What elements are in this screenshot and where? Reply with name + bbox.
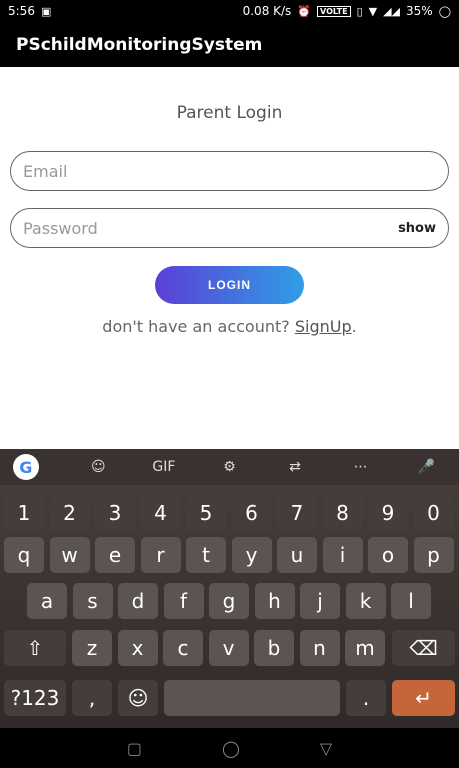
key-c[interactable]: c (163, 630, 203, 666)
image-icon: ▣ (40, 4, 52, 18)
mic-icon[interactable]: 🎤 (406, 459, 446, 475)
emoji-key[interactable]: ☺ (118, 680, 158, 716)
key-e[interactable]: e (95, 537, 135, 573)
recents-icon[interactable]: ▢ (127, 739, 142, 758)
login-screen: Parent Login Email Password show LOGIN d… (0, 67, 459, 449)
key-d[interactable]: d (118, 583, 158, 619)
keyboard-toolbar: G ☺ GIF ⚙ ⇄ ⋯ 🎤 (0, 449, 459, 485)
gear-icon[interactable]: ⚙ (209, 459, 249, 475)
password-placeholder: Password (23, 218, 98, 238)
key-v[interactable]: v (208, 630, 249, 666)
signal-icon: ◢◢ (383, 4, 401, 18)
volte-badge: VOLTE (317, 5, 351, 17)
key-o[interactable]: o (368, 537, 408, 573)
key-t[interactable]: t (186, 537, 226, 573)
status-right: 0.08 K/s ⏰ VOLTE ▯ ▼ ◢◢ 35% ◯ (243, 4, 451, 18)
key-6[interactable]: 6 (231, 495, 272, 531)
key-x[interactable]: x (117, 630, 158, 666)
email-field[interactable]: Email (10, 151, 449, 191)
battery-percent: 35% (406, 4, 433, 18)
signup-line: don't have an account? SignUp. (0, 317, 459, 336)
key-z[interactable]: z (72, 630, 112, 666)
show-password-toggle[interactable]: show (398, 221, 436, 236)
period-key[interactable]: . (346, 680, 386, 716)
key-q[interactable]: q (4, 537, 44, 573)
key-9[interactable]: 9 (368, 495, 408, 531)
key-2[interactable]: 2 (49, 495, 90, 531)
key-3[interactable]: 3 (95, 495, 135, 531)
key-y[interactable]: y (231, 537, 272, 573)
key-j[interactable]: j (300, 583, 340, 619)
more-icon[interactable]: ⋯ (341, 459, 381, 475)
login-heading: Parent Login (176, 103, 283, 123)
key-n[interactable]: n (299, 630, 340, 666)
key-r[interactable]: r (140, 537, 181, 573)
status-bar: 5:56 ▣ 0.08 K/s ⏰ VOLTE ▯ ▼ ◢◢ 35% ◯ (0, 0, 459, 22)
back-icon[interactable]: ▽ (320, 739, 332, 758)
key-0[interactable]: 0 (413, 495, 454, 531)
key-g[interactable]: g (209, 583, 249, 619)
shift-key[interactable]: ⇧ (4, 630, 66, 666)
key-m[interactable]: m (345, 630, 385, 666)
key-f[interactable]: f (163, 583, 204, 619)
signup-prompt: don't have an account? (102, 317, 290, 336)
alarm-icon: ⏰ (297, 4, 312, 18)
battery-icon: ◯ (438, 4, 451, 18)
key-7[interactable]: 7 (277, 495, 317, 531)
key-5[interactable]: 5 (186, 495, 226, 531)
email-placeholder: Email (23, 161, 68, 181)
key-k[interactable]: k (345, 583, 386, 619)
key-w[interactable]: w (49, 537, 90, 573)
app-bar: PSchildMonitoringSystem (0, 22, 459, 67)
network-speed: 0.08 K/s (242, 4, 292, 18)
space-key[interactable] (164, 680, 340, 716)
backspace-key[interactable]: ⌫ (392, 630, 455, 666)
key-1[interactable]: 1 (4, 495, 44, 531)
key-8[interactable]: 8 (322, 495, 363, 531)
login-button[interactable]: LOGIN (155, 266, 304, 304)
translate-icon[interactable]: ⇄ (275, 459, 315, 475)
sticker-icon[interactable]: ☺ (78, 459, 118, 475)
password-field[interactable]: Password show (10, 208, 449, 248)
comma-key[interactable]: , (72, 680, 112, 716)
enter-key[interactable]: ↵ (392, 680, 455, 716)
key-p[interactable]: p (413, 537, 454, 573)
home-icon[interactable]: ◯ (222, 739, 240, 758)
key-a[interactable]: a (27, 583, 67, 619)
google-icon[interactable]: G (12, 454, 53, 480)
nav-bar: ▢ ◯ ▽ (0, 728, 459, 768)
key-b[interactable]: b (254, 630, 294, 666)
status-time: 5:56 (8, 4, 35, 18)
symbols-key[interactable]: ?123 (4, 680, 66, 716)
key-u[interactable]: u (277, 537, 317, 573)
key-s[interactable]: s (72, 583, 113, 619)
key-l[interactable]: l (391, 583, 431, 619)
signup-suffix: . (351, 317, 357, 336)
gif-button[interactable]: GIF (144, 459, 184, 475)
status-left: 5:56 ▣ (8, 4, 51, 18)
wifi-icon: ▼ (368, 4, 378, 18)
key-4[interactable]: 4 (140, 495, 181, 531)
app-title: PSchildMonitoringSystem (16, 34, 263, 55)
signup-link[interactable]: SignUp (295, 317, 352, 336)
key-h[interactable]: h (254, 583, 295, 619)
soft-keyboard: G ☺ GIF ⚙ ⇄ ⋯ 🎤 1234567890 qwertyuiop asdf… (0, 449, 459, 728)
key-i[interactable]: i (322, 537, 363, 573)
vibrate-icon: ▯ (356, 4, 363, 18)
